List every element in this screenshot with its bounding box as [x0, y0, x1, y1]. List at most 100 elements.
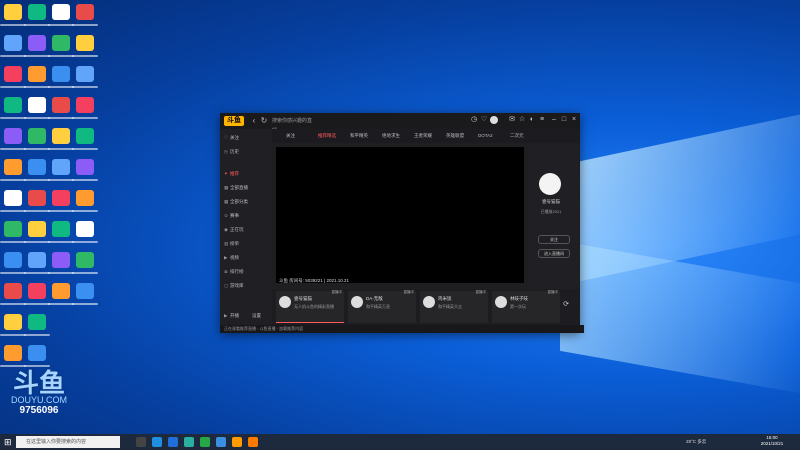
sidebar-item[interactable]: ♔ 赛事 — [224, 211, 239, 221]
follow-button[interactable]: 关注 — [538, 235, 570, 244]
sidebar-item[interactable]: ✦ 推荐 — [224, 169, 239, 179]
anchor-avatar[interactable] — [539, 173, 561, 195]
menu-icon[interactable]: ≡ — [538, 116, 546, 124]
recommendation-card[interactable]: 鸡米饭 和平精英大吉 直播中 — [420, 290, 488, 323]
desktop-shortcut-icon[interactable] — [28, 4, 46, 20]
desktop-shortcut-icon[interactable] — [4, 128, 22, 144]
ie-icon[interactable] — [168, 437, 178, 447]
desktop-shortcut-icon[interactable] — [4, 345, 22, 361]
desktop-shortcut-icon[interactable] — [76, 221, 94, 237]
search-input[interactable]: 搜索你感兴趣的直播 — [272, 116, 316, 134]
sidebar-item[interactable]: ≣ 排行榜 — [224, 267, 244, 277]
desktop-shortcut-icon[interactable] — [52, 221, 70, 237]
desktop-shortcut-icon[interactable] — [28, 190, 46, 206]
desktop-shortcut-icon[interactable] — [4, 221, 22, 237]
desktop-shortcut-icon[interactable] — [4, 314, 22, 330]
sidebar-item[interactable]: ▥ 榜单 — [224, 239, 239, 249]
desktop-shortcut-icon[interactable] — [52, 4, 70, 20]
taskbar-search-input[interactable]: 在这里输入你要搜索的内容 — [16, 436, 120, 448]
sidebar-item[interactable]: ▦ 全部直播 — [224, 183, 248, 193]
desktop-shortcut-icon[interactable] — [52, 252, 70, 268]
desktop-shortcut-icon[interactable] — [4, 190, 22, 206]
minimize-icon[interactable]: – — [550, 116, 558, 124]
clock[interactable]: 15:00 2021/10/21 — [757, 435, 787, 447]
desktop-shortcut-icon[interactable] — [76, 66, 94, 82]
desktop-shortcut-icon[interactable] — [4, 4, 22, 20]
douyu-live-taskbar-icon[interactable] — [248, 437, 258, 447]
category-tab[interactable]: 二次元 — [510, 132, 524, 140]
refresh-recs-icon[interactable]: ⟳ — [562, 301, 570, 309]
skin-icon[interactable]: ◐ — [528, 116, 536, 124]
desktop-shortcut-icon[interactable] — [28, 97, 46, 113]
desktop-shortcut-icon[interactable] — [52, 97, 70, 113]
user-avatar[interactable] — [490, 116, 498, 124]
desktop-shortcut-icon[interactable] — [76, 159, 94, 175]
category-tab[interactable]: DOTA2 — [478, 132, 493, 140]
sidebar-item[interactable]: ♡ 关注 — [224, 133, 239, 143]
gift-icon[interactable]: ☆ — [518, 116, 526, 124]
desktop-shortcut-icon[interactable] — [4, 66, 22, 82]
maximize-icon[interactable]: □ — [560, 116, 568, 124]
desktop-shortcut-icon[interactable] — [52, 159, 70, 175]
category-tab[interactable]: 绝地求生 — [382, 132, 400, 140]
desktop-shortcut-icon[interactable] — [52, 35, 70, 51]
heart-icon[interactable]: ♡ — [480, 116, 488, 124]
desktop-shortcut-icon[interactable] — [28, 66, 46, 82]
sidebar-bottom-start[interactable]: ▶ 开播 — [224, 311, 239, 321]
desktop-shortcut-icon[interactable] — [28, 283, 46, 299]
sidebar-item[interactable]: ◉ 正在玩 — [224, 225, 244, 235]
close-icon[interactable]: × — [570, 116, 578, 124]
desktop-shortcut-icon[interactable] — [76, 35, 94, 51]
video-player[interactable] — [276, 147, 524, 283]
category-tab[interactable]: 英雄联盟 — [446, 132, 464, 140]
desktop-shortcut-icon[interactable] — [52, 283, 70, 299]
desktop-shortcut-icon[interactable] — [52, 190, 70, 206]
edge-icon[interactable] — [152, 437, 162, 447]
desktop-shortcut-icon[interactable] — [4, 97, 22, 113]
recommendation-card[interactable]: 壹号猫猫 无人机斗鱼的精彩直播 直播中 — [276, 290, 344, 323]
task-view-icon[interactable] — [136, 437, 146, 447]
desktop-shortcut-icon[interactable] — [4, 252, 22, 268]
wechat-icon[interactable] — [200, 437, 210, 447]
desktop-shortcut-icon[interactable] — [76, 283, 94, 299]
category-tab[interactable]: 和平精英 — [350, 132, 368, 140]
refresh-icon[interactable]: ↻ — [260, 116, 268, 126]
desktop-shortcut-icon[interactable] — [28, 314, 46, 330]
sidebar-item[interactable]: ▦ 全部分类 — [224, 197, 248, 207]
category-tab[interactable]: 王者荣耀 — [414, 132, 432, 140]
store-icon[interactable] — [184, 437, 194, 447]
sidebar-item[interactable]: ▢ 游戏库 — [224, 281, 244, 291]
sidebar-bottom-settings[interactable]: 设置 — [252, 311, 261, 321]
qq-icon[interactable] — [216, 437, 226, 447]
desktop-shortcut-label — [48, 210, 74, 212]
sidebar-item[interactable]: ▶ 视频 — [224, 253, 239, 263]
desktop-shortcut-icon[interactable] — [4, 35, 22, 51]
recommendation-card[interactable]: 林吱子吱 第一次玩 直播中 — [492, 290, 560, 323]
history-icon[interactable]: ◷ — [470, 116, 478, 124]
sidebar-item[interactable]: ◷ 历史 — [224, 147, 239, 157]
desktop-shortcut-icon[interactable] — [52, 66, 70, 82]
desktop-shortcut-icon[interactable] — [28, 35, 46, 51]
category-tab[interactable]: 推荐精选 — [318, 132, 336, 140]
desktop-shortcut-icon[interactable] — [76, 128, 94, 144]
desktop-shortcut-icon[interactable] — [4, 159, 22, 175]
desktop-shortcut-icon[interactable] — [76, 190, 94, 206]
desktop-shortcut-icon[interactable] — [28, 252, 46, 268]
desktop-shortcut-icon[interactable] — [76, 97, 94, 113]
desktop-shortcut-icon[interactable] — [76, 4, 94, 20]
back-icon[interactable]: ‹ — [250, 116, 258, 126]
message-icon[interactable]: ✉ — [508, 116, 516, 124]
desktop-shortcut-icon[interactable] — [28, 159, 46, 175]
windows-start-icon[interactable]: ⊞ — [4, 438, 12, 447]
desktop-shortcut-icon[interactable] — [52, 128, 70, 144]
category-tab[interactable]: 关注 — [286, 132, 295, 140]
enter-room-button[interactable]: 进入直播间 — [538, 249, 570, 258]
weather-tray[interactable]: 28°C 多云 — [686, 438, 706, 446]
desktop-shortcut-icon[interactable] — [28, 345, 46, 361]
desktop-shortcut-icon[interactable] — [76, 252, 94, 268]
desktop-shortcut-icon[interactable] — [28, 128, 46, 144]
desktop-shortcut-icon[interactable] — [4, 283, 22, 299]
douyu-taskbar-icon[interactable] — [232, 437, 242, 447]
recommendation-card[interactable]: DA-无敌 和平精英万圣 直播中 — [348, 290, 416, 323]
desktop-shortcut-icon[interactable] — [28, 221, 46, 237]
